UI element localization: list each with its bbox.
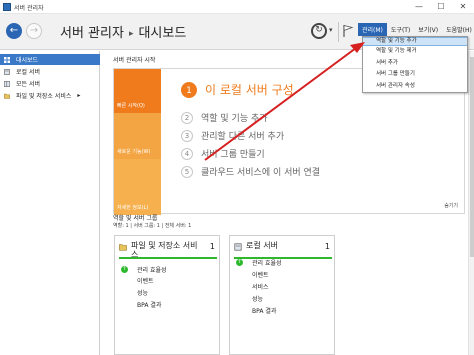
breadcrumb-root[interactable]: 서버 관리자: [60, 26, 124, 41]
servers-icon: [4, 80, 10, 87]
step-add-servers[interactable]: 3 관리할 다른 서버 추가: [181, 129, 284, 142]
server-manager-app-icon: [3, 3, 11, 11]
menu-item-create-server-group[interactable]: 서버 그룹 만들기: [363, 70, 467, 79]
window-controls: — ☐ ✕: [408, 0, 474, 14]
chevron-right-icon[interactable]: ▸: [77, 92, 80, 99]
card-header: 로컬 서버 1: [234, 241, 332, 259]
dashboard-grid-icon: [4, 56, 10, 63]
breadcrumb: 서버 관리자 ▸ 대시보드: [60, 22, 186, 41]
dashboard-main: 서버 관리자 시작 빠른 시작(Q) 새로운 기능(W) 자세한 정보(L) 1…: [101, 51, 474, 355]
main-scrollbar[interactable]: [468, 51, 474, 355]
window-titlebar: 서버 관리자 — ☐ ✕: [0, 0, 474, 14]
sidebar-item-file-storage[interactable]: 파일 및 저장소 서비스 ▸: [0, 90, 100, 101]
status-up-icon: ↑: [121, 266, 128, 273]
menu-manage[interactable]: 관리(M): [358, 23, 387, 36]
step-label: 서버 그룹 만들기: [201, 150, 265, 160]
sidebar-item-label: 모든 서버: [16, 81, 40, 88]
step-number: 2: [181, 111, 193, 124]
sidebar-item-label: 대시보드: [16, 57, 39, 64]
card-title: 파일 및 저장소 서비스: [131, 241, 198, 259]
step-label: 역할 및 기능 추가: [201, 114, 268, 124]
server-icon: [4, 68, 10, 75]
menu-tools[interactable]: 도구(T): [387, 23, 414, 36]
server-icon: [234, 243, 242, 251]
menu-item-server-manager-properties[interactable]: 서버 관리자 속성: [363, 82, 467, 91]
scrollbar-thumb[interactable]: [470, 57, 474, 257]
card-row-events[interactable]: 이벤트: [119, 276, 217, 285]
sidebar: 대시보드 로컬 서버 모든 서버 파일 및 저장소 서비스 ▸: [0, 51, 100, 355]
sidebar-item-label: 로컬 서버: [16, 69, 40, 76]
header-divider: [338, 22, 339, 42]
card-row-label: 관리 효율성: [252, 260, 282, 267]
sidebar-item-dashboard[interactable]: 대시보드: [0, 54, 100, 65]
status-up-icon: ↑: [236, 259, 243, 266]
breadcrumb-separator: ▸: [128, 29, 134, 39]
breadcrumb-current: 대시보드: [138, 26, 187, 41]
folder-icon: [119, 244, 127, 251]
step-connect-cloud[interactable]: 5 클라우드 서비스에 이 서버 연결: [181, 165, 320, 178]
sidebar-item-local-server[interactable]: 로컬 서버: [0, 66, 100, 77]
menu-bar: 관리(M) 도구(T) 보기(V) 도움말(H): [358, 23, 474, 36]
back-arrow-icon: ←: [9, 25, 19, 36]
step-configure-local-server[interactable]: 1 이 로컬 서버 구성: [181, 81, 294, 98]
step-number: 4: [181, 147, 193, 160]
roles-section-title: 역할 및 서버 그룹: [113, 215, 158, 222]
back-button[interactable]: ←: [6, 23, 22, 39]
window-title: 서버 관리자: [14, 5, 44, 12]
quick-start-tile[interactable]: 빠른 시작(Q): [114, 69, 161, 113]
sidebar-item-label: 파일 및 저장소 서비스: [16, 93, 72, 100]
card-row-performance[interactable]: 성능: [234, 294, 332, 303]
forward-arrow-icon: →: [29, 25, 39, 36]
minimize-button[interactable]: —: [408, 0, 430, 14]
role-card-file-storage[interactable]: 파일 및 저장소 서비스 1 ↑ 관리 효율성 이벤트 성능 BPA 결과: [114, 235, 220, 355]
card-row-label: 관리 효율성: [137, 267, 167, 274]
card-row-bpa-results[interactable]: BPA 결과: [234, 306, 332, 315]
hide-welcome-link[interactable]: 숨기기: [444, 202, 458, 209]
menu-help[interactable]: 도움말(H): [442, 23, 474, 36]
refresh-icon: ↻: [315, 25, 323, 35]
welcome-tiles: 빠른 시작(Q) 새로운 기능(W) 자세한 정보(L): [114, 69, 161, 215]
card-row-manageability[interactable]: ↑ 관리 효율성: [119, 265, 217, 274]
step-number: 5: [181, 165, 193, 178]
menu-item-add-roles-features[interactable]: 역할 및 기능 추가: [363, 37, 467, 46]
step-create-server-group[interactable]: 4 서버 그룹 만들기: [181, 147, 265, 160]
notifications-flag-icon[interactable]: [342, 24, 354, 38]
forward-button[interactable]: →: [26, 23, 42, 39]
refresh-dropdown-icon[interactable]: ▾: [329, 26, 333, 34]
welcome-section-title: 서버 관리자 시작: [113, 57, 156, 64]
menu-item-remove-roles-features[interactable]: 역할 및 기능 제거: [363, 47, 467, 56]
role-card-local-server[interactable]: 로컬 서버 1 ↑ 관리 효율성 이벤트 서비스 성능 BPA 결과: [229, 235, 335, 355]
step-label: 이 로컬 서버 구성: [205, 83, 294, 97]
card-count: 1: [209, 242, 215, 251]
card-row-services[interactable]: 서비스: [234, 282, 332, 291]
step-label: 관리할 다른 서버 추가: [201, 132, 285, 142]
card-count: 1: [324, 242, 330, 251]
step-label: 클라우드 서비스에 이 서버 연결: [201, 168, 321, 178]
maximize-button[interactable]: ☐: [430, 0, 452, 14]
folder-icon: [4, 93, 10, 99]
whats-new-tile[interactable]: 새로운 기능(W): [114, 113, 161, 159]
roles-summary-counts: 역할: 1 | 서버 그룹: 1 | 전체 서버: 1: [113, 223, 192, 229]
step-number: 1: [181, 81, 197, 98]
step-add-roles-features[interactable]: 2 역할 및 기능 추가: [181, 111, 268, 124]
sidebar-item-all-servers[interactable]: 모든 서버: [0, 78, 100, 89]
card-row-manageability[interactable]: ↑ 관리 효율성: [234, 258, 332, 267]
card-header: 파일 및 저장소 서비스 1: [119, 241, 217, 259]
card-title: 로컬 서버: [246, 241, 278, 250]
close-button[interactable]: ✕: [452, 0, 474, 14]
step-number: 3: [181, 129, 193, 142]
manage-dropdown-menu: 역할 및 기능 추가 역할 및 기능 제거 서버 추가 서버 그룹 만들기 서버…: [362, 36, 468, 93]
card-row-performance[interactable]: 성능: [119, 288, 217, 297]
card-row-bpa-results[interactable]: BPA 결과: [119, 300, 217, 309]
menu-view[interactable]: 보기(V): [414, 23, 442, 36]
card-row-events[interactable]: 이벤트: [234, 270, 332, 279]
learn-more-tile[interactable]: 자세한 정보(L): [114, 159, 161, 215]
menu-item-add-servers[interactable]: 서버 추가: [363, 59, 467, 68]
refresh-button[interactable]: ↻: [311, 23, 327, 39]
